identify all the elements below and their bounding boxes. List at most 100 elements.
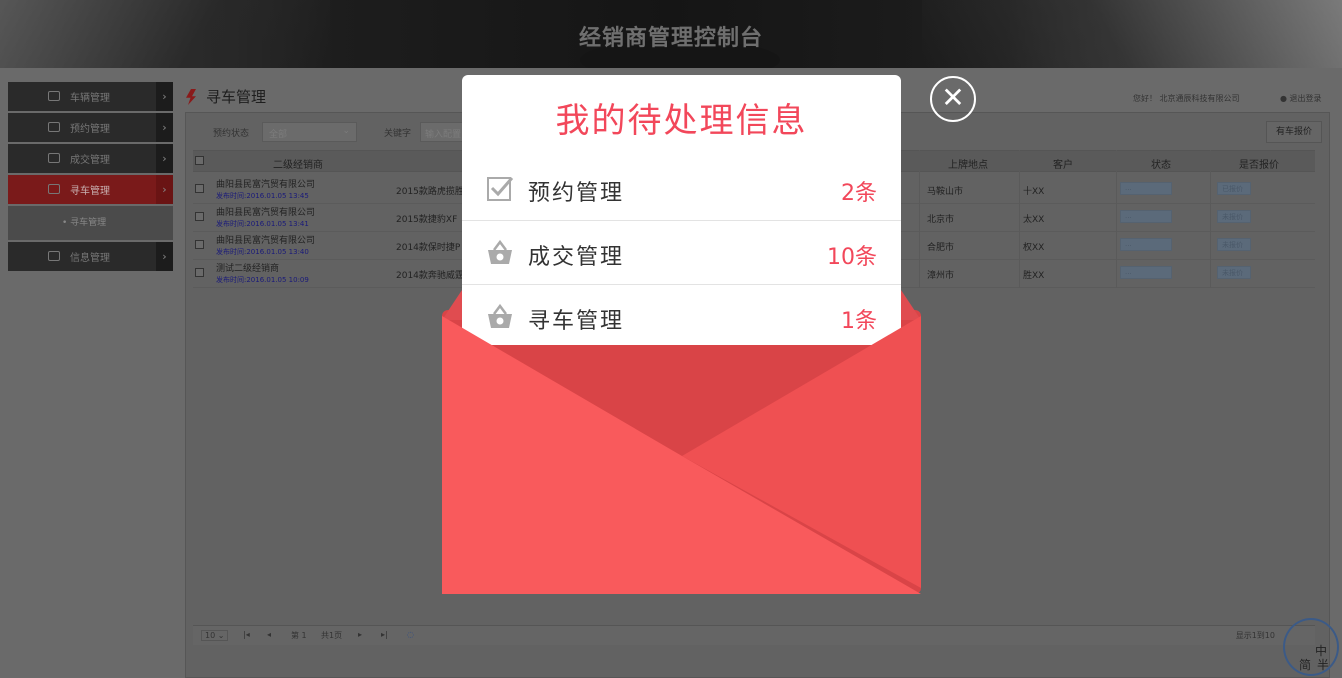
keyword-label: 关键字 (384, 129, 412, 139)
chevron-right-icon: › (156, 242, 173, 271)
envelope-front (442, 316, 921, 594)
sidebar-item-label: 信息管理 (70, 253, 110, 264)
publish-time: 发布时间:2016.01.05 10:09 (216, 276, 309, 284)
prev-page-icon[interactable]: ◂ (267, 630, 271, 639)
row-checkbox[interactable] (195, 212, 204, 221)
header-banner: 经销商管理控制台 (0, 0, 1342, 68)
sidebar-item-info[interactable]: 信息管理 › (8, 242, 173, 271)
sidebar-item-car-search[interactable]: 寻车管理 › (8, 175, 173, 204)
chevron-right-icon: › (156, 82, 173, 111)
page-title: 寻车管理 (206, 88, 267, 106)
customer: 十XX (1023, 187, 1045, 197)
car-model: 2015款路虎揽胜 (396, 187, 464, 197)
plate-location: 北京市 (927, 215, 955, 225)
pending-item-count: 2条 (841, 181, 877, 206)
quote-badge: 未报价 (1217, 210, 1251, 223)
header-title: 经销商管理控制台 (578, 26, 763, 51)
pending-item-deals[interactable]: 成交管理 10条 (462, 221, 901, 285)
chevron-right-icon: › (156, 175, 173, 204)
filter-label: 预约状态 (213, 129, 250, 139)
sidebar-item-label: 车辆管理 (70, 93, 110, 104)
refresh-icon[interactable]: ◌ (407, 630, 414, 639)
column-divider (919, 150, 920, 288)
car-icon (48, 91, 60, 101)
basket-icon (48, 153, 60, 163)
chevron-right-icon: › (156, 144, 173, 173)
language-badge[interactable]: 中 简 半 (1283, 618, 1339, 676)
row-checkbox[interactable] (195, 240, 204, 249)
dealer-name: 测试二级经销商 (216, 264, 280, 274)
user-greeting: 您好！ 北京通辰科技有限公司 (1133, 94, 1240, 103)
last-page-icon[interactable]: ▸| (381, 630, 388, 639)
status-select-value: 全部 (269, 130, 288, 140)
column-header: 客户 (1053, 160, 1073, 171)
logout-link[interactable]: ● 退出登录 (1280, 93, 1322, 104)
customer: 胜XX (1023, 271, 1045, 281)
basket-icon (48, 184, 60, 194)
close-button[interactable]: ✕ (930, 76, 976, 122)
customer: 权XX (1023, 243, 1045, 253)
column-header: 是否报价 (1239, 160, 1279, 171)
quote-badge: 未报价 (1217, 238, 1251, 251)
basket-icon (488, 239, 512, 264)
publish-time: 发布时间:2016.01.05 13:41 (216, 220, 309, 228)
publish-time: 发布时间:2016.01.05 13:45 (216, 192, 309, 200)
badge-char-ban: 半 (1317, 658, 1330, 672)
sidebar-item-deals[interactable]: 成交管理 › (8, 144, 173, 173)
page-size-value: 10 (205, 631, 216, 640)
column-header: 上牌地点 (948, 160, 988, 171)
car-model: 2014款保时捷P (396, 243, 461, 253)
plate-location: 漳州市 (927, 271, 955, 281)
modal-title: 我的待处理信息 (555, 101, 808, 141)
pending-item-label: 成交管理 (528, 245, 625, 270)
status-badge: ... (1120, 182, 1172, 195)
display-range: 显示1到10 (1235, 631, 1275, 640)
chevron-down-icon: ⌄ (342, 126, 350, 136)
column-divider (1210, 150, 1211, 288)
status-badge: ... (1120, 210, 1172, 223)
plate-location: 合肥市 (927, 243, 955, 253)
app-root: 经销商管理控制台 车辆管理 › 预约管理 › 成交管理 › 寻车管理 › • 寻… (0, 0, 1342, 678)
sidebar-item-label: 寻车管理 (70, 186, 110, 197)
quote-badge: 未报价 (1217, 266, 1251, 279)
car-model: 2015款捷豹XF (396, 215, 458, 225)
quote-button[interactable]: 有车报价 (1266, 121, 1322, 143)
next-page-icon[interactable]: ▸ (358, 630, 362, 639)
badge-char-jian: 简 (1299, 658, 1312, 672)
pagination-bar: 10 ⌄ |◂ ◂ 第 1 共1页 ▸ ▸| ◌ 显示1到10 (193, 625, 1315, 645)
select-all-checkbox[interactable] (195, 156, 204, 165)
plate-location: 马鞍山市 (927, 187, 964, 197)
status-badge: ... (1120, 238, 1172, 251)
column-header: 状态 (1151, 160, 1171, 171)
publish-time: 发布时间:2016.01.05 13:40 (216, 248, 309, 256)
column-header: 二级经销商 (273, 160, 323, 171)
pending-item-count: 10条 (827, 245, 877, 270)
column-divider (1019, 150, 1020, 288)
sidebar-item-car-management[interactable]: 车辆管理 › (8, 82, 173, 111)
row-checkbox[interactable] (195, 268, 204, 277)
sidebar-subitem-car-search[interactable]: • 寻车管理 (8, 206, 173, 240)
car-model: 2014款奔驰威霆 (396, 271, 464, 281)
quote-badge: 已报价 (1217, 182, 1251, 195)
total-pages: 共1页 (321, 631, 343, 640)
keyword-input[interactable]: 输入配置 (420, 122, 465, 142)
sidebar: 车辆管理 › 预约管理 › 成交管理 › 寻车管理 › • 寻车管理 信息管理 … (8, 82, 173, 273)
first-page-icon[interactable]: |◂ (243, 630, 250, 639)
sidebar-item-reservation[interactable]: 预约管理 › (8, 113, 173, 142)
status-select[interactable]: 全部 ⌄ (262, 122, 357, 142)
pending-item-label: 预约管理 (528, 181, 625, 206)
document-icon (48, 251, 60, 261)
pending-info-card: 我的待处理信息 预约管理 2条 成交管理 10条 寻车管理 1条 (462, 75, 901, 345)
column-divider (1116, 150, 1117, 288)
status-badge: ... (1120, 266, 1172, 279)
lightning-icon (186, 89, 196, 105)
page-number[interactable]: 第 1 (291, 630, 307, 641)
checkbox-icon (48, 122, 60, 132)
checkbox-icon (487, 177, 514, 201)
pending-item-reservation[interactable]: 预约管理 2条 (462, 157, 901, 221)
dealer-name: 曲阳县民富汽贸有限公司 (216, 208, 316, 218)
row-checkbox[interactable] (195, 184, 204, 193)
sidebar-item-label: 预约管理 (70, 124, 110, 135)
customer: 太XX (1023, 215, 1045, 225)
page-size-select[interactable]: 10 ⌄ (201, 630, 229, 641)
